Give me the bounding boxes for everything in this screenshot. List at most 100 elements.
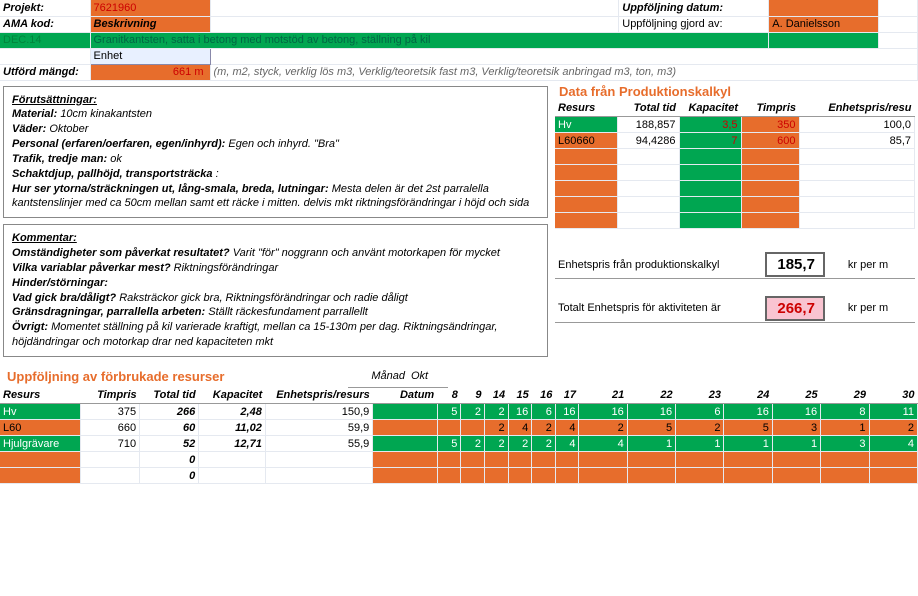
fl-val[interactable]: 2 xyxy=(869,420,917,436)
fl-totaltid: 0 xyxy=(140,452,199,468)
fl-val[interactable]: 4 xyxy=(579,436,627,452)
ovr-value: Momentet ställning på kil varierade kraf… xyxy=(12,321,497,348)
fl-val[interactable]: 6 xyxy=(676,404,724,420)
fl-val[interactable] xyxy=(461,468,485,484)
forut-title: Förutsättningar: xyxy=(12,94,97,106)
pk-h-kapacitet: Kapacitet xyxy=(679,101,741,117)
fl-val[interactable]: 8 xyxy=(821,404,869,420)
bra-label: Vad gick bra/dåligt? xyxy=(12,292,116,304)
fl-val[interactable] xyxy=(821,452,869,468)
upp-av-value[interactable]: A. Danielsson xyxy=(769,16,879,32)
fl-val[interactable] xyxy=(484,468,508,484)
fl-val[interactable] xyxy=(437,420,461,436)
fl-val[interactable]: 4 xyxy=(555,436,579,452)
fl-val[interactable]: 16 xyxy=(579,404,627,420)
fl-val[interactable]: 11 xyxy=(869,404,917,420)
projekt-value[interactable]: 7621960 xyxy=(90,0,210,16)
fl-val[interactable] xyxy=(724,468,772,484)
komm-title: Kommentar: xyxy=(12,232,77,244)
fl-val[interactable]: 2 xyxy=(579,420,627,436)
fl-val[interactable]: 1 xyxy=(772,436,820,452)
fl-timpris: 375 xyxy=(81,404,140,420)
pk-h-enhet: Enhetspris/resu xyxy=(799,101,915,117)
pk-h-timpris: Timpris xyxy=(741,101,799,117)
fl-val[interactable]: 2 xyxy=(676,420,724,436)
fl-val[interactable] xyxy=(532,468,556,484)
fl-val[interactable]: 4 xyxy=(869,436,917,452)
fl-val[interactable] xyxy=(508,468,532,484)
fl-val[interactable] xyxy=(676,452,724,468)
fl-val[interactable] xyxy=(579,468,627,484)
fl-val[interactable]: 16 xyxy=(508,404,532,420)
pk-kapacitet: 7 xyxy=(679,133,741,149)
ama-value[interactable]: Beskrivning xyxy=(90,16,210,32)
fl-val[interactable]: 5 xyxy=(627,420,675,436)
fl-val[interactable]: 2 xyxy=(508,436,532,452)
fl-val[interactable]: 1 xyxy=(627,436,675,452)
fl-enhet: 55,9 xyxy=(265,436,372,452)
fl-totaltid: 266 xyxy=(140,404,199,420)
fl-val[interactable]: 4 xyxy=(555,420,579,436)
fl-val[interactable]: 2 xyxy=(484,436,508,452)
prodkalkyl-block: Data från Produktionskalkyl Resurs Total… xyxy=(555,82,915,230)
fl-val[interactable]: 2 xyxy=(484,404,508,420)
pk-row: Hv188,8573,5350100,0 xyxy=(555,117,915,133)
fl-val[interactable]: 16 xyxy=(724,404,772,420)
fl-val[interactable]: 2 xyxy=(461,436,485,452)
fl-val[interactable] xyxy=(555,452,579,468)
prod-price-label: Enhetspris från produktionskalkyl xyxy=(555,251,745,279)
fl-val[interactable]: 4 xyxy=(508,420,532,436)
fl-val[interactable] xyxy=(627,468,675,484)
fl-val[interactable] xyxy=(724,452,772,468)
fl-date-head: 24 xyxy=(724,388,772,404)
trafik-label: Trafik, tredje man: xyxy=(12,153,107,165)
fl-val[interactable] xyxy=(869,468,917,484)
prod-price-value: 185,7 xyxy=(765,252,825,277)
fl-datum-label: Datum xyxy=(373,388,437,404)
pk-blank-row xyxy=(555,213,915,229)
fl-timpris: 710 xyxy=(81,436,140,452)
pk-kapacitet: 3,5 xyxy=(679,117,741,133)
fl-val[interactable]: 3 xyxy=(821,436,869,452)
fl-val[interactable] xyxy=(676,468,724,484)
fl-val[interactable]: 2 xyxy=(461,404,485,420)
fl-val[interactable]: 16 xyxy=(627,404,675,420)
fl-val[interactable]: 16 xyxy=(555,404,579,420)
fl-val[interactable] xyxy=(437,452,461,468)
fl-val[interactable]: 6 xyxy=(532,404,556,420)
ytor-label: Hur ser ytorna/sträckningen ut, lång-sma… xyxy=(12,183,329,195)
fl-val[interactable] xyxy=(579,452,627,468)
pk-timpris[interactable]: 600 xyxy=(741,133,799,149)
fl-val[interactable] xyxy=(437,468,461,484)
fl-val[interactable] xyxy=(484,452,508,468)
fl-val[interactable] xyxy=(869,452,917,468)
fl-val[interactable] xyxy=(627,452,675,468)
fl-val[interactable] xyxy=(532,452,556,468)
utf-value[interactable]: 661 m xyxy=(90,64,210,80)
fl-val[interactable]: 2 xyxy=(532,420,556,436)
fl-val[interactable] xyxy=(772,468,820,484)
fl-val[interactable]: 5 xyxy=(437,436,461,452)
follow-title: Uppföljning av förbrukade resurser xyxy=(3,367,345,386)
fl-val[interactable]: 16 xyxy=(772,404,820,420)
fl-val[interactable] xyxy=(821,468,869,484)
fl-val[interactable]: 2 xyxy=(532,436,556,452)
fl-val[interactable] xyxy=(772,452,820,468)
fl-val[interactable] xyxy=(461,452,485,468)
fl-h-enhet: Enhetspris/resurs xyxy=(265,388,372,404)
trafik-value: ok xyxy=(110,153,122,165)
fl-val[interactable] xyxy=(508,452,532,468)
fl-val[interactable] xyxy=(461,420,485,436)
fl-val[interactable]: 1 xyxy=(821,420,869,436)
fl-date-head: 16 xyxy=(532,388,556,404)
fl-val[interactable]: 1 xyxy=(676,436,724,452)
fl-val[interactable] xyxy=(555,468,579,484)
fl-val[interactable]: 1 xyxy=(724,436,772,452)
fl-val[interactable]: 3 xyxy=(772,420,820,436)
fl-val[interactable]: 5 xyxy=(724,420,772,436)
fl-val[interactable]: 2 xyxy=(484,420,508,436)
pk-timpris[interactable]: 350 xyxy=(741,117,799,133)
vader-label: Väder: xyxy=(12,123,46,135)
fl-val[interactable]: 5 xyxy=(437,404,461,420)
upp-datum-value[interactable] xyxy=(769,0,879,16)
